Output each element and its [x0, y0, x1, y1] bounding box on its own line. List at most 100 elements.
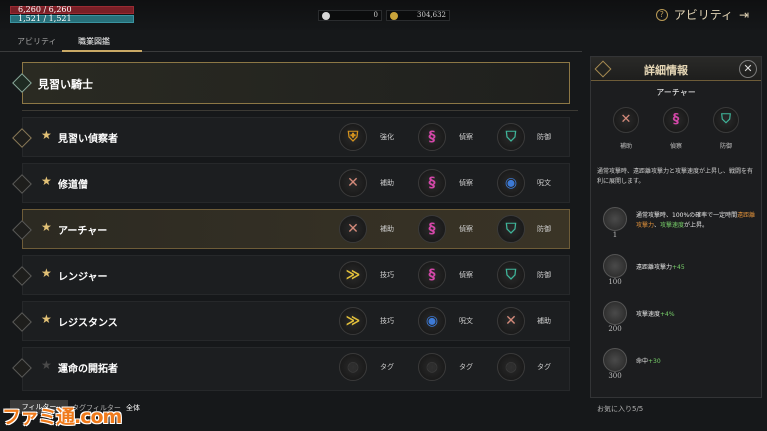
job-row[interactable]: ★ 運命の開拓者 ◍ タグ ◍ タグ ◍ タグ	[12, 347, 570, 391]
trait-label: 技巧	[380, 317, 394, 325]
trait-label: 偵察	[459, 179, 473, 187]
gold-counter: 304,632	[386, 10, 450, 21]
trait-label: 防御	[537, 225, 551, 233]
job-name: レンジャー	[58, 272, 108, 283]
trait-label: 技巧	[380, 271, 394, 279]
gem-counter: 0	[318, 10, 382, 21]
yellow-wing-icon: ≫	[339, 261, 367, 289]
watermark: ファミ通.com	[2, 406, 122, 428]
skill-level-text: 遠距離攻撃力+45	[636, 264, 685, 271]
favorite-star-icon[interactable]: ★	[41, 128, 52, 142]
panel-trait-label: 偵察	[669, 143, 682, 150]
skill-level-number: 200	[608, 325, 622, 333]
job-name: 運命の開拓者	[58, 364, 118, 375]
trait-label: 呪文	[537, 179, 551, 187]
trait-label: 補助	[537, 317, 551, 325]
empty-tag-icon: ◍	[339, 353, 367, 381]
blue-spell-icon: ◉	[418, 307, 446, 335]
favorite-star-icon[interactable]: ★	[41, 174, 52, 188]
teal-shield-icon: ⛉	[497, 215, 525, 243]
favorite-star-empty-icon[interactable]: ★	[41, 358, 52, 372]
trait-label: 強化	[380, 133, 394, 141]
skill-level-icon	[603, 301, 627, 325]
skill-level-number: 100	[608, 278, 622, 286]
salmon-support-icon: ✕	[339, 215, 367, 243]
panel-title: 詳細情報	[644, 64, 688, 77]
gem-value: 0	[373, 11, 378, 19]
trait-label: タグ	[459, 363, 473, 371]
gold-shield-icon: ⛨	[339, 123, 367, 151]
panel-description: 通常攻撃時、遠距離攻撃力と攻撃速度が上昇し、戦闘を有利に展開します。	[597, 168, 754, 185]
gold-coin-icon	[390, 12, 398, 20]
trait-label: 防御	[537, 133, 551, 141]
close-icon[interactable]: ✕	[739, 60, 757, 78]
skill-level-number: 300	[608, 372, 622, 380]
job-emblem-icon	[12, 312, 32, 332]
blue-spell-icon: ◉	[497, 169, 525, 197]
job-row[interactable]: ★ レンジャー ≫ 技巧 § 偵察 ⛉ 防御	[12, 255, 570, 295]
trait-label: 呪文	[459, 317, 473, 325]
job-row[interactable]: ★ 修道僧 ✕ 補助 § 偵察 ◉ 呪文	[12, 163, 570, 203]
trait-label: 偵察	[459, 225, 473, 233]
skill-level-number: 1	[612, 231, 618, 239]
tab-bar: アビリティ 職業図鑑	[0, 34, 582, 52]
pink-serpent-icon: §	[418, 261, 446, 289]
job-row[interactable]: ★ レジスタンス ≫ 技巧 ◉ 呪文 ✕ 補助	[12, 301, 570, 341]
skill-level-text: 命中+30	[636, 358, 661, 365]
help-icon[interactable]: ?	[655, 8, 668, 21]
favorites-count: お気に入り5/5	[597, 405, 644, 413]
favorite-star-icon[interactable]: ★	[41, 266, 52, 280]
job-emblem-icon	[12, 266, 32, 286]
teal-shield-icon: ⛉	[497, 261, 525, 289]
teal-shield-icon: ⛉	[497, 123, 525, 151]
skill-level-text: 通常攻撃時、100%の確率で一定時間遠距離攻撃力、攻撃速度が上昇。	[636, 212, 756, 229]
tab-ability[interactable]: アビリティ	[17, 36, 57, 47]
job-row-selected[interactable]: ★ アーチャー ✕ 補助 § 偵察 ⛉ 防御	[12, 209, 570, 249]
current-job-title: 見習い騎士	[38, 78, 93, 91]
job-emblem-icon	[12, 174, 32, 194]
job-name: 修道僧	[58, 180, 88, 191]
divider	[22, 110, 578, 111]
current-job-card[interactable]: 見習い騎士	[12, 62, 570, 104]
job-emblem-icon	[12, 73, 32, 93]
job-emblem-icon	[12, 128, 32, 148]
job-emblem-icon	[12, 220, 32, 240]
favorite-star-icon[interactable]: ★	[41, 220, 52, 234]
teal-shield-icon: ⛉	[713, 107, 739, 133]
trait-label: タグ	[380, 363, 394, 371]
panel-title-bar: 詳細情報 ✕	[591, 57, 761, 81]
trait-label: 偵察	[459, 271, 473, 279]
trait-label: 偵察	[459, 133, 473, 141]
gem-icon	[322, 12, 330, 20]
pink-serpent-icon: §	[418, 123, 446, 151]
salmon-support-icon: ✕	[497, 307, 525, 335]
detail-panel: 詳細情報 ✕ アーチャー ✕ § ⛉ 補助 偵察 防御 通常攻撃時、遠距離攻撃力…	[590, 56, 762, 398]
skill-level-text: 攻撃速度+4%	[636, 311, 675, 318]
active-tab-indicator	[62, 50, 142, 52]
favorite-star-icon[interactable]: ★	[41, 312, 52, 326]
tab-job-encyclopedia[interactable]: 職業図鑑	[78, 36, 110, 47]
skill-level-icon	[603, 254, 627, 278]
hp-text: 6,260 / 6,260	[18, 5, 72, 14]
trait-label: タグ	[537, 363, 551, 371]
panel-job-name: アーチャー	[656, 88, 696, 97]
skill-level-icon	[603, 348, 627, 372]
job-row[interactable]: ★ 見習い偵察者 ⛨ 強化 § 偵察 ⛉ 防御	[12, 117, 570, 157]
trait-label: 補助	[380, 179, 394, 187]
pink-serpent-icon: §	[663, 107, 689, 133]
pink-serpent-icon: §	[418, 215, 446, 243]
exit-icon[interactable]: ⇥	[739, 8, 753, 22]
job-emblem-icon	[12, 358, 32, 378]
top-right-controls: ? アビリティ ⇥	[655, 6, 753, 23]
empty-tag-icon: ◍	[497, 353, 525, 381]
skill-level-icon	[603, 207, 627, 231]
mp-text: 1,521 / 1,521	[18, 14, 72, 23]
panel-trait-label: 防御	[719, 143, 732, 150]
tag-filter-value[interactable]: 全体	[126, 403, 140, 413]
empty-tag-icon: ◍	[418, 353, 446, 381]
panel-trait-label: 補助	[619, 143, 632, 150]
job-name: 見習い偵察者	[58, 134, 118, 145]
trait-label: 防御	[537, 271, 551, 279]
job-name: レジスタンス	[58, 318, 118, 329]
yellow-wing-icon: ≫	[339, 307, 367, 335]
